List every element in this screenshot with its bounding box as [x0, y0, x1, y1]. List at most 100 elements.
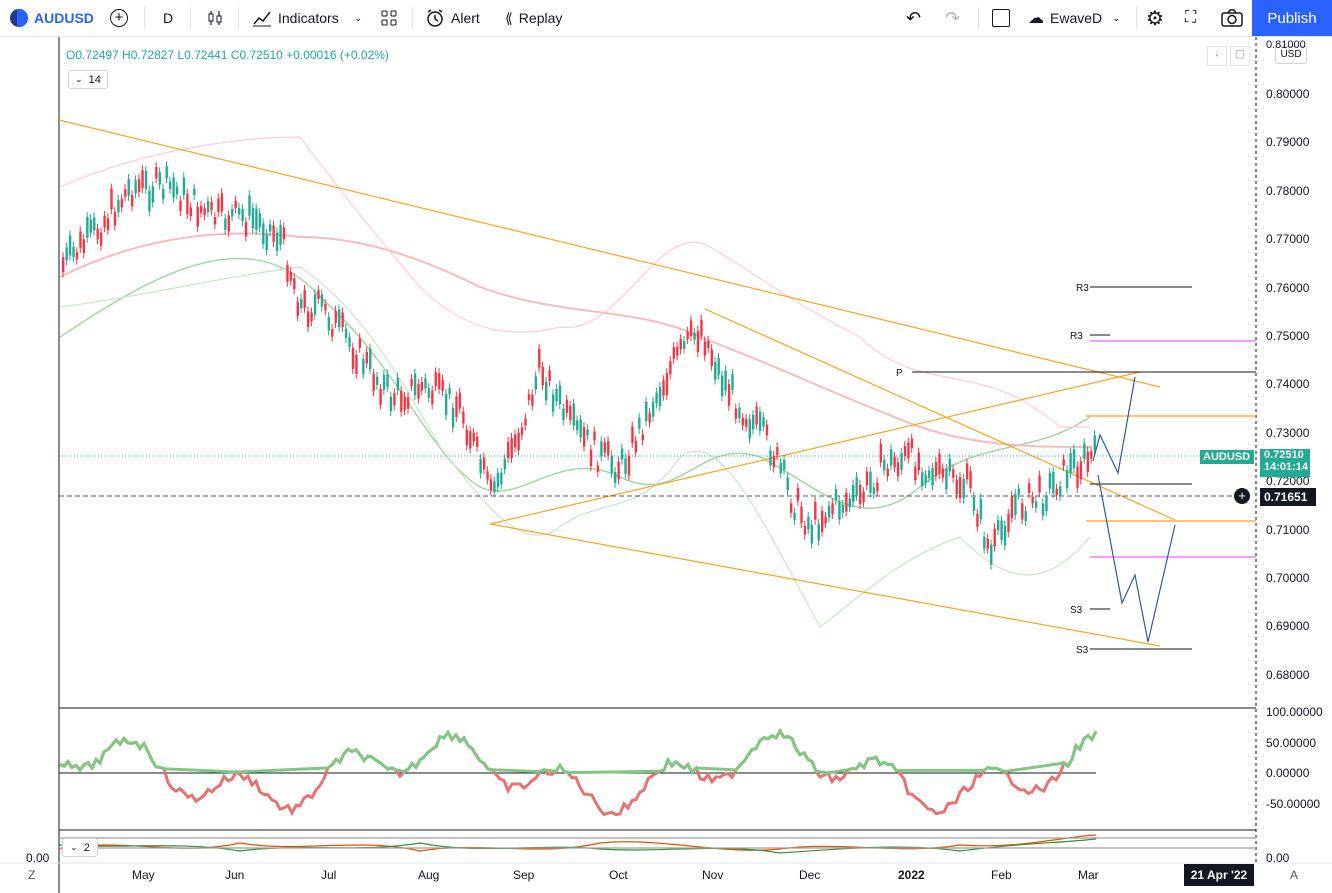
candle [831, 503, 834, 514]
replay-button[interactable]: ⟪ Replay [505, 0, 562, 36]
candle [907, 442, 910, 459]
alert-button[interactable]: Alert [425, 0, 480, 36]
candle [872, 487, 876, 495]
candle [896, 462, 900, 477]
candle [434, 372, 437, 387]
time-tick: Nov [702, 868, 724, 882]
candle [803, 525, 807, 535]
sub-indicator-button[interactable]: ⌄ 2 [62, 838, 98, 857]
fullscreen-button[interactable]: ⛶ [1185, 0, 1196, 36]
candle [520, 427, 524, 436]
auto-scale-button[interactable]: A [1290, 868, 1298, 882]
candle [486, 471, 489, 480]
redo-icon: ↷ [945, 7, 961, 28]
candle [572, 403, 575, 426]
candle [382, 375, 386, 390]
indicators-button[interactable]: Indicators [252, 0, 339, 36]
crosshair-price-tag: 0.71651 [1260, 488, 1316, 506]
candle [310, 312, 313, 322]
candle [451, 407, 455, 428]
candle [762, 417, 765, 427]
publish-button[interactable]: Publish [1252, 0, 1332, 36]
candle [275, 232, 279, 252]
candle [703, 341, 707, 356]
templates-button[interactable] [380, 0, 398, 36]
candle [959, 477, 962, 499]
candle [593, 431, 596, 441]
candle [393, 393, 396, 406]
candle [110, 188, 113, 210]
undo-icon: ↶ [906, 7, 922, 28]
compare-add-button[interactable]: + [110, 0, 128, 36]
candle [755, 406, 758, 425]
candle [400, 390, 403, 412]
divider [238, 7, 239, 29]
log-scale-button[interactable]: Z [28, 868, 35, 882]
candle [707, 340, 710, 348]
fullscreen-layout-button[interactable] [992, 0, 1010, 36]
candle [1076, 466, 1079, 488]
candle [306, 311, 310, 328]
maximize-pane-button[interactable]: ▢ [1230, 46, 1250, 66]
publish-label: Publish [1267, 9, 1317, 27]
candle [862, 492, 865, 503]
indicators-dropdown[interactable]: ⌄ [354, 0, 362, 36]
indicator-collapse-button[interactable]: ⌄ 14 [68, 70, 108, 89]
candle [534, 376, 538, 390]
candle [113, 212, 117, 226]
candle [103, 216, 106, 228]
crosshair-add-button[interactable]: + [1234, 488, 1250, 504]
symbol-flag-icon [10, 9, 28, 27]
candle [351, 347, 355, 369]
candle [134, 180, 137, 194]
candle [1034, 501, 1038, 508]
redo-button[interactable]: ↷ [945, 0, 960, 36]
chart-type-button[interactable] [206, 0, 224, 36]
candle [493, 481, 496, 493]
candle [786, 477, 789, 491]
snapshot-button[interactable] [1221, 0, 1243, 36]
scroll-down-button[interactable]: ↓ [1207, 46, 1227, 66]
candle [193, 188, 196, 195]
candle [476, 436, 479, 447]
candle [237, 207, 241, 215]
interval-button[interactable]: D [163, 0, 173, 36]
candle [272, 225, 275, 242]
candle [165, 166, 168, 179]
candle [65, 247, 68, 261]
candle [765, 424, 769, 436]
price-tick: 0.78000 [1266, 183, 1310, 198]
undo-button[interactable]: ↶ [906, 0, 921, 36]
candle [482, 457, 486, 470]
candle [75, 252, 79, 260]
symbol-search[interactable]: AUDUSD [10, 0, 94, 36]
candle [162, 188, 165, 200]
candle [179, 200, 182, 211]
candle [72, 246, 75, 258]
price-tick: 0.74000 [1266, 377, 1310, 392]
candle [331, 329, 334, 337]
last-price-tag: 0.72510 14:01:14 [1260, 449, 1310, 477]
gear-icon: ⚙ [1146, 7, 1164, 30]
candle [213, 217, 217, 225]
settings-button[interactable]: ⚙ [1146, 0, 1164, 36]
layout-button[interactable]: ☁ EwaveD ⌄ [1028, 0, 1121, 36]
candle [1010, 496, 1014, 518]
candle [941, 468, 945, 478]
indicator-count: 14 [88, 73, 101, 86]
crosshair-date-tag: 21 Apr '22 [1184, 864, 1254, 886]
candle [227, 215, 230, 232]
candle [620, 448, 624, 460]
candle [748, 419, 751, 439]
candle [327, 317, 331, 331]
candle [634, 440, 638, 453]
square-icon [992, 9, 1010, 27]
candle [631, 426, 634, 444]
candle [1069, 453, 1072, 474]
divider [412, 7, 413, 29]
price-chart[interactable]: R3 R3 P S3 S3 [0, 37, 1332, 893]
time-tick: Jul [321, 868, 337, 882]
candle [1090, 451, 1093, 459]
candle [651, 401, 655, 417]
pivot-lines [912, 286, 1256, 650]
